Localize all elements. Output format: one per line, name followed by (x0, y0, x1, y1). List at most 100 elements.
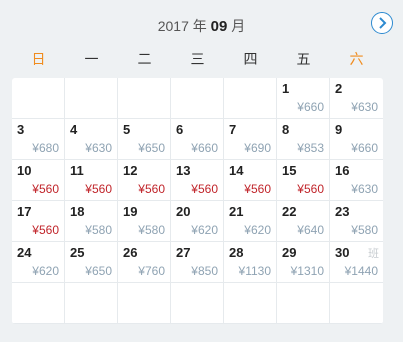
price-calendar: 2017 年 09 月 日 一 二 三 四 五 六 1 ¥660 2 ¥630 3 ¥68… (0, 0, 403, 342)
day-number: 24 (17, 245, 32, 260)
day-cell[interactable]: 30 ¥1440 班 (330, 242, 383, 283)
empty-cell (224, 283, 277, 324)
day-price: ¥560 (85, 182, 112, 196)
day-price: ¥660 (191, 141, 218, 155)
day-cell[interactable]: 23 ¥580 (330, 201, 383, 242)
day-price: ¥853 (297, 141, 324, 155)
day-number: 6 (176, 122, 184, 137)
day-cell[interactable]: 17 ¥560 (12, 201, 65, 242)
day-price: ¥630 (351, 100, 378, 114)
day-price: ¥560 (32, 182, 59, 196)
day-cell[interactable]: 13 ¥560 (171, 160, 224, 201)
day-cell[interactable]: 27 ¥850 (171, 242, 224, 283)
day-price: ¥560 (191, 182, 218, 196)
day-number: 22 (282, 204, 297, 219)
day-cell[interactable]: 15 ¥560 (277, 160, 330, 201)
workday-tag: 班 (368, 248, 379, 260)
weekday-sun: 日 (31, 51, 46, 67)
day-price: ¥580 (138, 223, 165, 237)
weekday-tue: 二 (137, 51, 152, 67)
year-label: 2017 年 (157, 18, 211, 34)
day-price: ¥650 (85, 264, 112, 278)
empty-cell (171, 78, 224, 119)
day-price: ¥620 (32, 264, 59, 278)
weekday-fri: 五 (296, 51, 311, 67)
day-cell[interactable]: 4 ¥630 (65, 119, 118, 160)
day-price: ¥660 (351, 141, 378, 155)
day-cell[interactable]: 24 ¥620 (12, 242, 65, 283)
day-number: 5 (123, 122, 131, 137)
day-cell[interactable]: 7 ¥690 (224, 119, 277, 160)
day-number: 15 (282, 163, 297, 178)
day-number: 2 (335, 81, 343, 96)
empty-cell (12, 78, 65, 119)
day-price: ¥850 (191, 264, 218, 278)
day-grid: 1 ¥660 2 ¥630 3 ¥680 4 ¥630 5 ¥650 6 ¥660 7 ¥690 8 ¥853… (12, 78, 383, 324)
empty-cell (330, 283, 383, 324)
day-price: ¥1130 (238, 264, 271, 278)
day-number: 10 (17, 163, 32, 178)
day-price: ¥620 (244, 223, 271, 237)
day-cell[interactable]: 11 ¥560 (65, 160, 118, 201)
day-cell[interactable]: 26 ¥760 (118, 242, 171, 283)
day-price: ¥560 (138, 182, 165, 196)
day-price: ¥690 (244, 141, 271, 155)
day-number: 27 (176, 245, 191, 260)
day-cell[interactable]: 9 ¥660 (330, 119, 383, 160)
day-cell[interactable]: 14 ¥560 (224, 160, 277, 201)
day-number: 4 (70, 122, 78, 137)
day-cell[interactable]: 12 ¥560 (118, 160, 171, 201)
empty-cell (171, 283, 224, 324)
day-price: ¥620 (191, 223, 218, 237)
day-price: ¥580 (351, 223, 378, 237)
day-price: ¥560 (297, 182, 324, 196)
day-cell[interactable]: 19 ¥580 (118, 201, 171, 242)
day-number: 29 (282, 245, 297, 260)
day-number: 23 (335, 204, 350, 219)
day-number: 20 (176, 204, 191, 219)
weekday-thu: 四 (243, 51, 258, 67)
month-suffix: 月 (227, 18, 246, 34)
day-cell[interactable]: 10 ¥560 (12, 160, 65, 201)
empty-cell (118, 78, 171, 119)
day-number: 12 (123, 163, 138, 178)
day-price: ¥1440 (344, 264, 378, 278)
day-price: ¥630 (85, 141, 112, 155)
day-cell[interactable]: 21 ¥620 (224, 201, 277, 242)
day-number: 1 (282, 81, 290, 96)
empty-cell (118, 283, 171, 324)
next-month-button[interactable] (371, 12, 393, 34)
empty-cell (12, 283, 65, 324)
day-cell[interactable]: 5 ¥650 (118, 119, 171, 160)
day-cell[interactable]: 6 ¥660 (171, 119, 224, 160)
day-number: 13 (176, 163, 191, 178)
day-number: 17 (17, 204, 32, 219)
day-cell[interactable]: 2 ¥630 (330, 78, 383, 119)
day-number: 26 (123, 245, 138, 260)
day-number: 21 (229, 204, 244, 219)
day-cell[interactable]: 29 ¥1310 (277, 242, 330, 283)
day-number: 28 (229, 245, 244, 260)
day-cell[interactable]: 28 ¥1130 (224, 242, 277, 283)
empty-cell (65, 283, 118, 324)
day-price: ¥560 (244, 182, 271, 196)
day-cell[interactable]: 25 ¥650 (65, 242, 118, 283)
day-cell[interactable]: 20 ¥620 (171, 201, 224, 242)
day-cell[interactable]: 16 ¥630 (330, 160, 383, 201)
chevron-right-icon (379, 17, 387, 29)
day-cell[interactable]: 18 ¥580 (65, 201, 118, 242)
day-cell[interactable]: 8 ¥853 (277, 119, 330, 160)
empty-cell (65, 78, 118, 119)
day-cell[interactable]: 22 ¥640 (277, 201, 330, 242)
empty-cell (277, 283, 330, 324)
day-number: 9 (335, 122, 343, 137)
day-price: ¥630 (351, 182, 378, 196)
day-cell[interactable]: 3 ¥680 (12, 119, 65, 160)
day-price: ¥660 (297, 100, 324, 114)
day-number: 8 (282, 122, 290, 137)
day-price: ¥760 (138, 264, 165, 278)
day-number: 3 (17, 122, 25, 137)
day-cell[interactable]: 1 ¥660 (277, 78, 330, 119)
day-price: ¥680 (32, 141, 59, 155)
day-number: 7 (229, 122, 237, 137)
